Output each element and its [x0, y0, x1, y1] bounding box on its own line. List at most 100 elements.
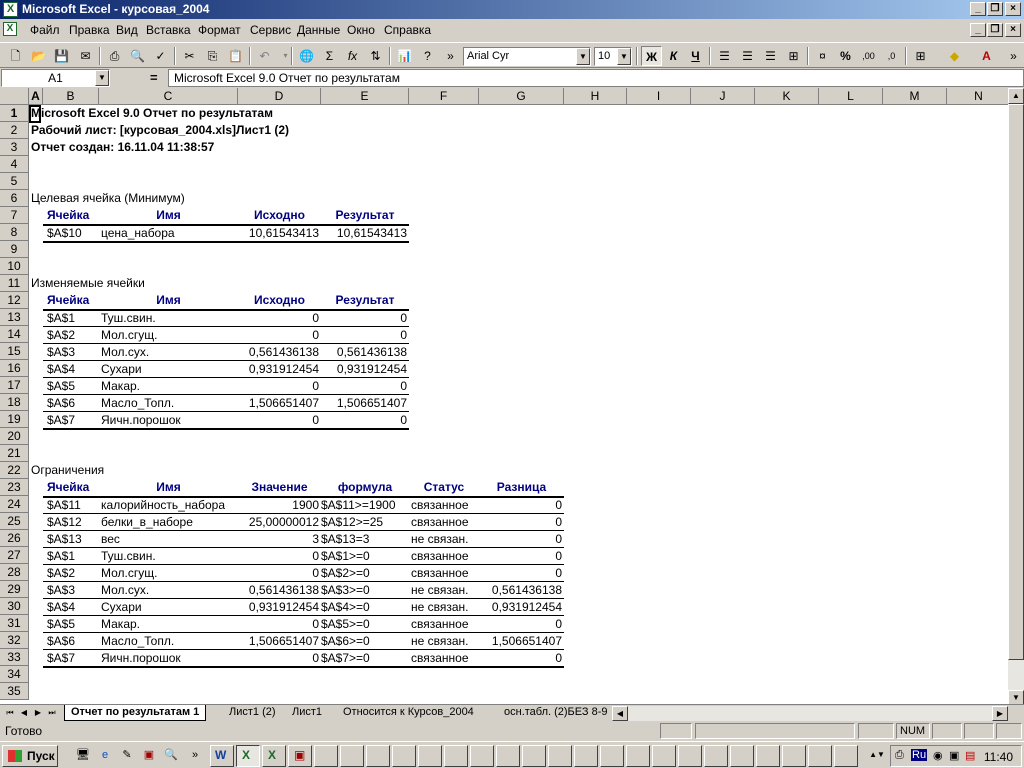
col-header-b[interactable]: B	[43, 88, 99, 105]
next-sheet-icon[interactable]: ▶	[31, 706, 45, 720]
chart-wizard-icon[interactable]: 📊	[394, 46, 415, 66]
row-header[interactable]: 26	[0, 530, 29, 547]
task-empty[interactable]	[522, 745, 546, 767]
font-size-select[interactable]: 10 ▼	[594, 47, 632, 66]
copy-icon[interactable]: ⎘	[202, 46, 223, 66]
align-left-icon[interactable]: ☰	[714, 46, 735, 66]
decrease-decimal-icon[interactable]: ,0	[881, 46, 902, 66]
align-center-icon[interactable]: ☰	[737, 46, 758, 66]
horizontal-scrollbar[interactable]: ◀ ▶	[612, 706, 1008, 721]
menu-help[interactable]: Справка	[384, 23, 431, 37]
row-header[interactable]: 30	[0, 598, 29, 615]
font-color-icon[interactable]: A	[976, 46, 997, 66]
align-right-icon[interactable]: ☰	[760, 46, 781, 66]
autosum-icon[interactable]: Σ	[319, 46, 340, 66]
doc-close-button[interactable]: ×	[1005, 23, 1021, 37]
col-header-m[interactable]: M	[883, 88, 947, 105]
task-empty[interactable]	[834, 745, 858, 767]
col-header-h[interactable]: H	[564, 88, 627, 105]
col-header-e[interactable]: E	[321, 88, 409, 105]
row-header[interactable]: 11	[0, 275, 29, 292]
col-header-d[interactable]: D	[238, 88, 321, 105]
menu-tools[interactable]: Сервис	[250, 23, 291, 37]
col-header-j[interactable]: J	[691, 88, 755, 105]
outlook-icon[interactable]: ✎	[118, 747, 136, 763]
ie-icon[interactable]: e	[96, 747, 114, 763]
row-header[interactable]: 4	[0, 156, 29, 173]
fill-color-icon[interactable]: ◆	[944, 46, 965, 66]
printer-icon[interactable]: ⎙	[895, 749, 904, 762]
select-all-button[interactable]	[0, 88, 29, 105]
more-buttons-icon[interactable]: »	[1003, 46, 1024, 66]
scroll-left-icon[interactable]: ◀	[612, 706, 628, 721]
task-excel[interactable]: X	[236, 745, 260, 767]
task-empty[interactable]	[808, 745, 832, 767]
row-header[interactable]: 12	[0, 292, 29, 309]
open-icon[interactable]: 📂	[28, 46, 49, 66]
row-header[interactable]: 34	[0, 666, 29, 683]
row-header[interactable]: 20	[0, 428, 29, 445]
task-word[interactable]: W	[210, 745, 234, 767]
last-sheet-icon[interactable]: ⏭	[45, 706, 59, 720]
menu-data[interactable]: Данные	[297, 23, 340, 37]
more-quicklaunch-icon[interactable]: »	[186, 747, 204, 763]
bold-button[interactable]: Ж	[641, 46, 662, 66]
row-header[interactable]: 32	[0, 632, 29, 649]
row-header[interactable]: 2	[0, 122, 29, 139]
prev-sheet-icon[interactable]: ◀	[17, 706, 31, 720]
chevron-down-icon[interactable]: ▼	[576, 48, 590, 65]
function-icon[interactable]: fx	[342, 46, 363, 66]
lang-indicator[interactable]: Ru	[911, 749, 928, 761]
chevron-down-icon[interactable]: ▼	[95, 70, 109, 86]
formula-input[interactable]: Microsoft Excel 9.0 Отчет по результатам	[168, 69, 1024, 87]
underline-button[interactable]: Ч	[685, 46, 706, 66]
task-empty[interactable]	[574, 745, 598, 767]
scroll-right-icon[interactable]: ▶	[992, 706, 1008, 721]
row-header[interactable]: 7	[0, 207, 29, 224]
workbook-icon[interactable]: X	[3, 22, 17, 36]
task-empty[interactable]	[392, 745, 416, 767]
task-empty[interactable]	[548, 745, 572, 767]
paste-icon[interactable]: 📋	[225, 46, 246, 66]
menu-view[interactable]: Вид	[116, 23, 138, 37]
new-icon[interactable]: 🗋	[5, 46, 26, 66]
search-icon[interactable]: 🔍	[162, 747, 180, 763]
col-header-n[interactable]: N	[947, 88, 1011, 105]
close-button[interactable]: ×	[1005, 2, 1021, 16]
help-icon[interactable]: ?	[417, 46, 438, 66]
tray-app-icon[interactable]: ▤	[965, 749, 975, 762]
mail-icon[interactable]: ✉	[75, 46, 96, 66]
scroll-thumb[interactable]	[1008, 104, 1024, 660]
menu-insert[interactable]: Вставка	[146, 23, 191, 37]
col-header-k[interactable]: K	[755, 88, 819, 105]
cut-icon[interactable]: ✂	[179, 46, 200, 66]
doc-restore-button[interactable]: ❐	[987, 23, 1003, 37]
row-header[interactable]: 19	[0, 411, 29, 428]
italic-button[interactable]: К	[663, 46, 684, 66]
task-app[interactable]: ▣	[288, 745, 312, 767]
task-empty[interactable]	[626, 745, 650, 767]
row-header[interactable]: 28	[0, 564, 29, 581]
row-header[interactable]: 17	[0, 377, 29, 394]
row-header[interactable]: 31	[0, 615, 29, 632]
program-icon[interactable]: ▣	[949, 749, 959, 762]
doc-minimize-button[interactable]: _	[970, 23, 986, 37]
task-empty[interactable]	[314, 745, 338, 767]
row-header[interactable]: 3	[0, 139, 29, 156]
percent-button[interactable]: %	[835, 46, 856, 66]
increase-decimal-icon[interactable]: ,00	[858, 46, 879, 66]
sheet-tab[interactable]: осн.табл. (2)БЕЗ 8-9	[498, 705, 608, 721]
disk-icon[interactable]: ▣	[140, 747, 158, 763]
col-header-g[interactable]: G	[479, 88, 564, 105]
row-header[interactable]: 33	[0, 649, 29, 666]
more-buttons-icon[interactable]: »	[440, 46, 461, 66]
col-header-c[interactable]: C	[99, 88, 238, 105]
col-header-f[interactable]: F	[409, 88, 479, 105]
row-header[interactable]: 13	[0, 309, 29, 326]
col-header-i[interactable]: I	[627, 88, 691, 105]
name-box[interactable]: A1 ▼	[1, 69, 110, 87]
font-select[interactable]: Arial Cyr ▼	[463, 47, 591, 66]
task-empty[interactable]	[496, 745, 520, 767]
speaker-icon[interactable]: ◉	[933, 749, 943, 762]
sheet-tab[interactable]: Лист1	[286, 705, 328, 721]
